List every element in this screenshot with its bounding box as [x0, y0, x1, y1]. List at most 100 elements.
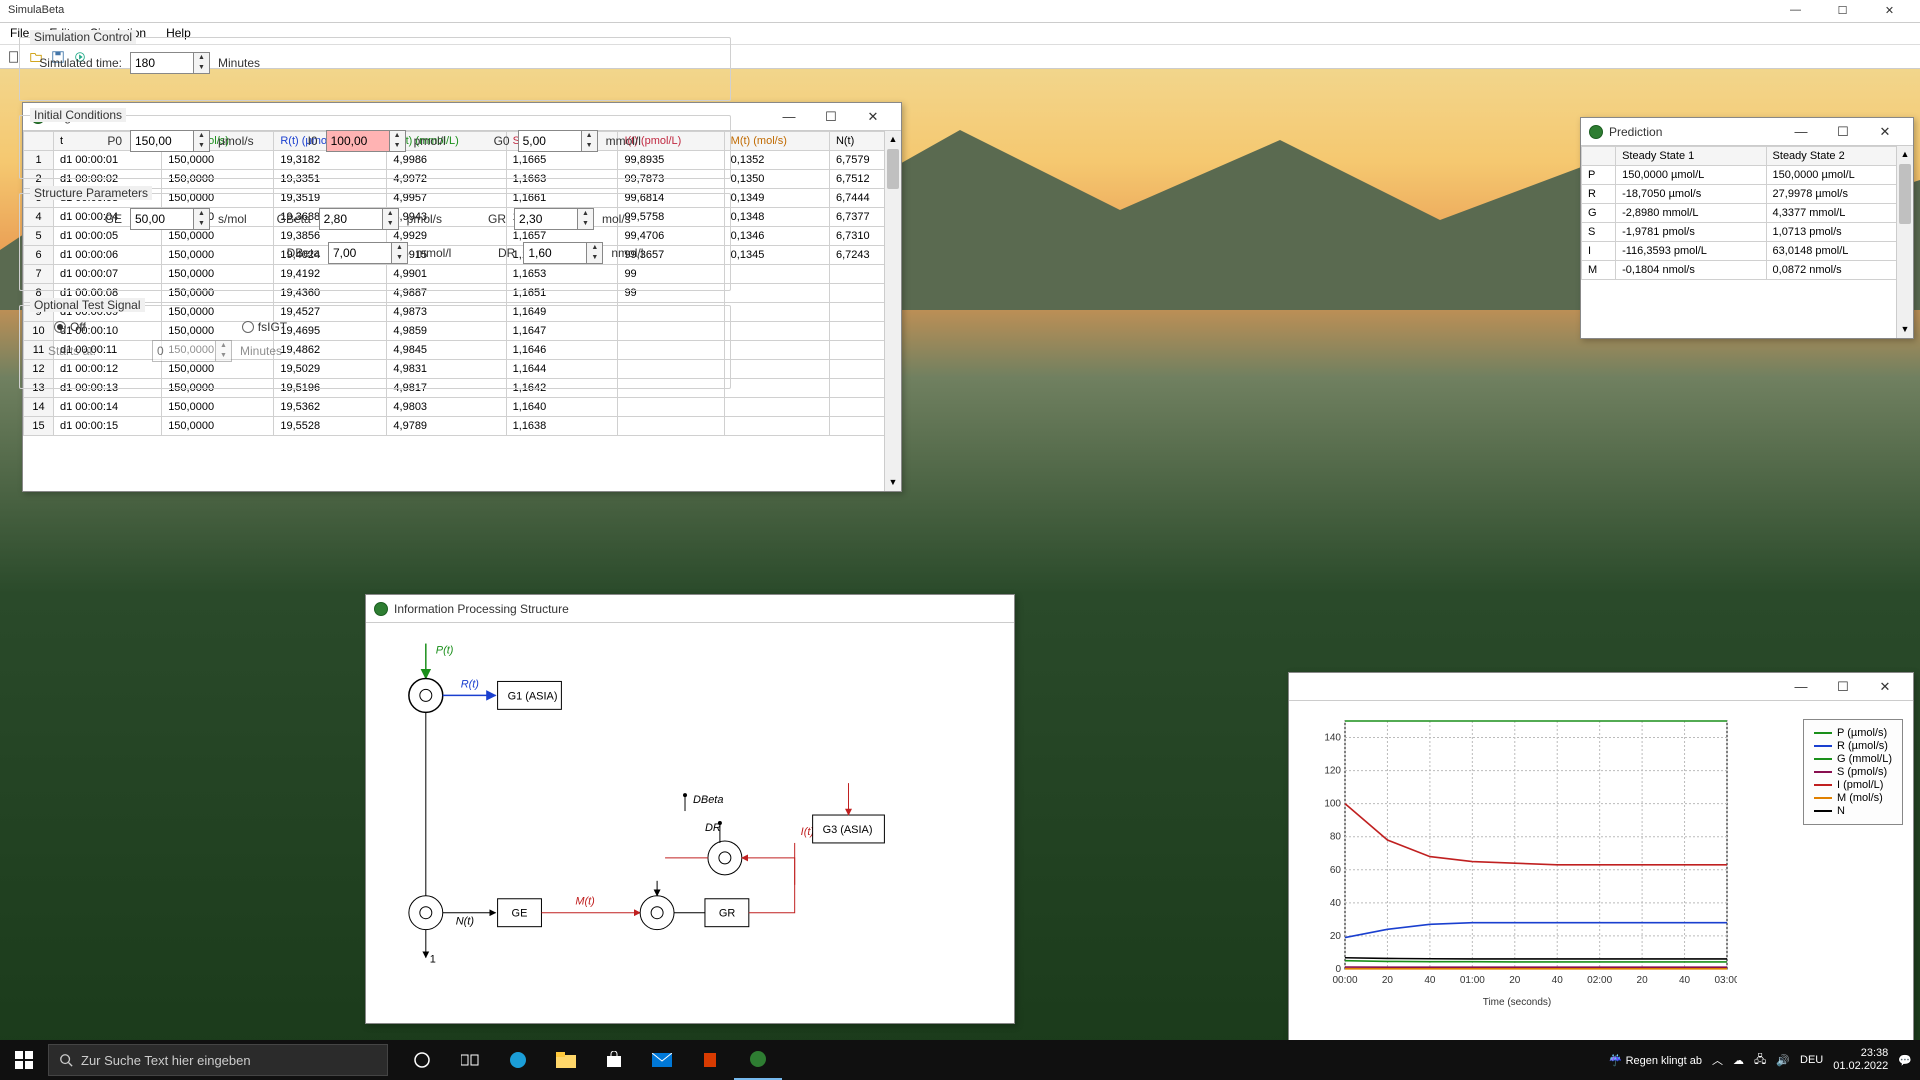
ips-window-header[interactable]: Information Processing Structure — [366, 595, 1014, 623]
table-cell — [724, 303, 829, 322]
table-row[interactable]: 15d1 00:00:15150,000019,55284,97891,1638 — [24, 417, 901, 436]
prediction-window-header[interactable]: Prediction — ☐ ✕ — [1581, 118, 1913, 146]
svg-text:120: 120 — [1324, 766, 1341, 777]
mail-icon[interactable] — [638, 1040, 686, 1080]
simulated-time-input[interactable]: ▲▼ — [130, 52, 210, 74]
table-row[interactable]: M-0,1804 nmol/s0,0872 nmol/s — [1582, 261, 1913, 280]
table-row[interactable]: 14d1 00:00:14150,000019,53624,98031,1640 — [24, 398, 901, 417]
gr-input[interactable]: ▲▼ — [514, 208, 594, 230]
office-icon[interactable] — [686, 1040, 734, 1080]
tray-chevron-icon[interactable]: ︿ — [1712, 1052, 1723, 1068]
svg-text:00:00: 00:00 — [1332, 975, 1357, 986]
chart-window[interactable]: — ☐ ✕ 020406080100120140 00:00204001:002… — [1288, 672, 1914, 1042]
cortana-icon[interactable] — [398, 1040, 446, 1080]
scrollbar-thumb[interactable] — [1899, 164, 1911, 224]
p0-input[interactable]: ▲▼ — [130, 130, 210, 152]
explorer-icon[interactable] — [542, 1040, 590, 1080]
table-cell: 150,0000 µmol/L — [1616, 166, 1766, 185]
taskbar-clock[interactable]: 23:3801.02.2022 — [1833, 1047, 1888, 1073]
dr-input[interactable]: ▲▼ — [523, 242, 603, 264]
table-cell: 150,0000 µmol/L — [1766, 166, 1912, 185]
gbeta-input[interactable]: ▲▼ — [319, 208, 399, 230]
ge-label: GE — [36, 212, 122, 226]
table-cell: 0,1348 — [724, 208, 829, 227]
tray-volume-icon[interactable]: 🔊 — [1776, 1054, 1790, 1067]
maximize-button[interactable]: ☐ — [1823, 124, 1863, 140]
vertical-scrollbar[interactable]: ▲ ▼ — [1896, 146, 1913, 338]
minimize-button[interactable]: — — [769, 109, 809, 125]
svg-text:100: 100 — [1324, 799, 1341, 810]
vertical-scrollbar[interactable]: ▲ ▼ — [884, 131, 901, 491]
table-cell — [724, 417, 829, 436]
table-row[interactable]: I-116,3593 pmol/L63,0148 pmol/L — [1582, 242, 1913, 261]
start-button[interactable] — [0, 1040, 48, 1080]
taskbar-search[interactable]: Zur Suche Text hier eingeben — [48, 1044, 388, 1076]
svg-text:DBeta: DBeta — [693, 794, 723, 806]
chart-plot: 020406080100120140 00:00204001:00204002:… — [1297, 709, 1737, 1009]
tray-language-icon[interactable]: DEU — [1800, 1054, 1823, 1066]
table-row[interactable]: G-2,8980 mmol/L4,3377 mmol/L — [1582, 204, 1913, 223]
tray-onedrive-icon[interactable]: ☁ — [1733, 1054, 1744, 1067]
svg-text:40: 40 — [1552, 975, 1564, 986]
chart-window-header[interactable]: — ☐ ✕ — [1289, 673, 1913, 701]
store-icon[interactable] — [590, 1040, 638, 1080]
weather-widget[interactable]: ☔ Regen klingt ab — [1609, 1054, 1702, 1067]
radio-off[interactable]: Off — [54, 320, 86, 334]
column-header[interactable]: Steady State 1 — [1616, 147, 1766, 166]
table-cell: 1,1640 — [506, 398, 618, 417]
radio-fsigt[interactable]: fsIGT — [242, 320, 287, 334]
app-titlebar: SimulaBeta — ☐ ✕ — [0, 0, 1920, 23]
ge-input[interactable]: ▲▼ — [130, 208, 210, 230]
maximize-button[interactable]: ☐ — [1823, 679, 1863, 695]
close-button[interactable]: ✕ — [1865, 679, 1905, 695]
search-placeholder: Zur Suche Text hier eingeben — [81, 1053, 251, 1068]
svg-text:01:00: 01:00 — [1460, 975, 1485, 986]
taskview-icon[interactable] — [446, 1040, 494, 1080]
table-cell: d1 00:00:15 — [54, 417, 162, 436]
maximize-button[interactable]: ☐ — [811, 109, 851, 125]
notifications-icon[interactable]: 💬 — [1898, 1054, 1912, 1067]
ips-window[interactable]: Information Processing Structure P(t) R(… — [365, 594, 1015, 1024]
tray-network-icon[interactable]: 🖧 — [1754, 1051, 1766, 1070]
svg-text:I(t): I(t) — [801, 826, 814, 838]
prediction-window[interactable]: Prediction — ☐ ✕ Steady State 1Steady St… — [1580, 117, 1914, 339]
taskbar: Zur Suche Text hier eingeben ☔ Regen kli… — [0, 1040, 1920, 1080]
p0-label: P0 — [36, 134, 122, 148]
scrollbar-thumb[interactable] — [887, 149, 899, 189]
column-header[interactable]: M(t) (mol/s) — [724, 132, 829, 151]
simulabeta-taskbar-icon[interactable] — [734, 1040, 782, 1080]
minimize-button[interactable]: — — [1781, 679, 1821, 695]
minimize-button[interactable]: — — [1773, 4, 1818, 18]
svg-text:20: 20 — [1330, 931, 1342, 942]
table-row[interactable]: P150,0000 µmol/L150,0000 µmol/L — [1582, 166, 1913, 185]
prediction-window-title: Prediction — [1609, 125, 1662, 139]
close-button[interactable]: ✕ — [1867, 4, 1912, 18]
table-cell — [724, 322, 829, 341]
ips-window-title: Information Processing Structure — [394, 602, 569, 616]
simulated-time-label: Simulated time: — [36, 56, 122, 70]
maximize-button[interactable]: ☐ — [1820, 4, 1865, 18]
legend-item: G (mmol/L) — [1814, 753, 1892, 765]
table-row[interactable]: S-1,9781 pmol/s1,0713 pmol/s — [1582, 223, 1913, 242]
unit-label: mmol/l — [416, 246, 451, 260]
svg-text:R(t): R(t) — [461, 678, 479, 690]
table-cell — [618, 398, 724, 417]
g0-input[interactable]: ▲▼ — [518, 130, 598, 152]
dbeta-input[interactable]: ▲▼ — [328, 242, 408, 264]
radio-icon — [54, 321, 66, 333]
i0-input[interactable]: ▲▼ — [326, 130, 406, 152]
table-cell: R — [1582, 185, 1616, 204]
unit-label: mol/s — [602, 212, 631, 226]
column-header[interactable] — [1582, 147, 1616, 166]
close-button[interactable]: ✕ — [853, 109, 893, 125]
table-cell: I — [1582, 242, 1616, 261]
column-header[interactable]: Steady State 2 — [1766, 147, 1912, 166]
table-row[interactable]: R-18,7050 µmol/s27,9978 µmol/s — [1582, 185, 1913, 204]
svg-text:03:00: 03:00 — [1714, 975, 1737, 986]
svg-text:G3 (ASIA): G3 (ASIA) — [823, 824, 873, 836]
close-button[interactable]: ✕ — [1865, 124, 1905, 140]
minimize-button[interactable]: — — [1781, 124, 1821, 140]
svg-text:P(t): P(t) — [436, 645, 454, 657]
edge-icon[interactable] — [494, 1040, 542, 1080]
app-title: SimulaBeta — [8, 4, 64, 18]
